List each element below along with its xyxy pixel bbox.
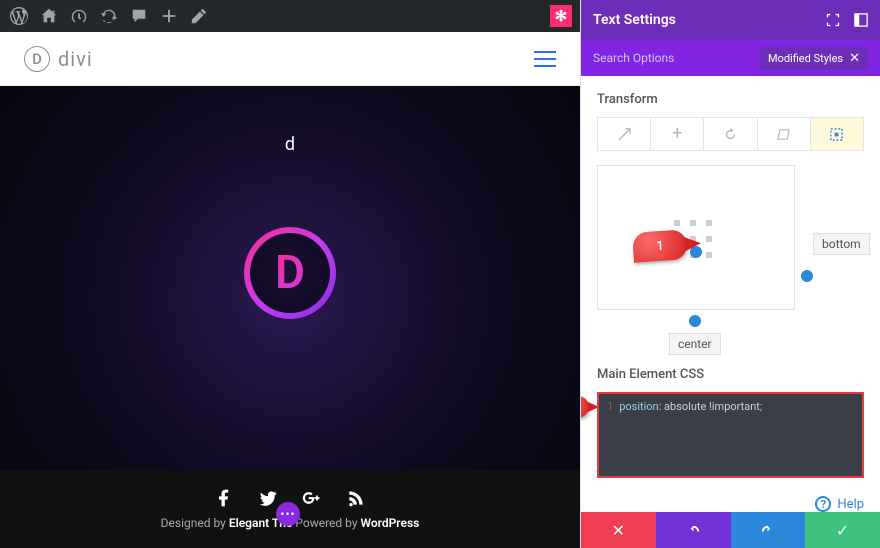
focus-icon[interactable] <box>826 13 840 27</box>
origin-slider-h-thumb[interactable] <box>689 315 701 327</box>
panel-title: Text Settings <box>593 12 676 28</box>
transform-origin-control[interactable]: center bottom 1 <box>597 165 864 355</box>
preview-panel: ✻ D divi d D Designed by Elegant The Pow… <box>0 0 580 548</box>
origin-label-center: center <box>669 333 721 355</box>
pencil-icon[interactable] <box>184 0 214 32</box>
expand-icon[interactable] <box>854 13 868 27</box>
divi-badge: D <box>244 227 336 319</box>
site-logo[interactable]: D divi <box>24 46 93 72</box>
annotation-pointer-1: 1 <box>632 229 688 263</box>
page-preview[interactable]: d D <box>0 86 580 470</box>
wp-logo-icon[interactable] <box>4 0 34 32</box>
rss-icon[interactable] <box>346 488 366 508</box>
undo-button[interactable] <box>656 512 731 548</box>
transform-tab-rotate[interactable] <box>704 118 757 150</box>
star-badge[interactable]: ✻ <box>550 5 572 27</box>
search-bar: Search Options Modified Styles ✕ <box>581 40 880 76</box>
css-line: 1position: absolute !important; <box>607 400 854 413</box>
hamburger-menu-icon[interactable] <box>534 51 556 67</box>
transform-tab-skew[interactable] <box>758 118 811 150</box>
preview-text: d <box>285 134 295 155</box>
panel-actions: ✕ ✓ <box>581 512 880 548</box>
transform-tab-origin[interactable] <box>811 118 863 150</box>
filter-chip[interactable]: Modified Styles ✕ <box>760 47 868 70</box>
logo-circle: D <box>24 46 50 72</box>
home-icon[interactable] <box>34 0 64 32</box>
search-placeholder[interactable]: Search Options <box>593 51 674 65</box>
save-button[interactable]: ✓ <box>805 512 880 548</box>
transform-tabs: + <box>597 117 864 151</box>
panel-body: Transform + center bottom 1 Main Element… <box>581 76 880 482</box>
transform-tab-move[interactable] <box>598 118 651 150</box>
divi-badge-letter: D <box>275 246 305 300</box>
transform-label: Transform <box>597 92 864 107</box>
origin-slider-v-thumb[interactable] <box>801 270 813 282</box>
origin-label-bottom: bottom <box>813 233 870 255</box>
discard-button[interactable]: ✕ <box>581 512 656 548</box>
comment-icon[interactable] <box>124 0 154 32</box>
settings-panel: Text Settings Search Options Modified St… <box>580 0 880 548</box>
facebook-icon[interactable] <box>214 488 234 508</box>
redo-button[interactable] <box>731 512 806 548</box>
panel-header: Text Settings <box>581 0 880 40</box>
twitter-icon[interactable] <box>258 488 278 508</box>
help-icon: ? <box>815 496 831 512</box>
builder-toggle-button[interactable]: ••• <box>276 502 300 526</box>
transform-tab-offset[interactable]: + <box>651 118 704 150</box>
annotation-pointer-2: 2 <box>581 396 589 418</box>
site-header: D divi <box>0 32 580 86</box>
google-plus-icon[interactable] <box>302 488 322 508</box>
gauge-icon[interactable] <box>64 0 94 32</box>
help-link[interactable]: ? Help <box>581 482 880 512</box>
css-editor[interactable]: 1position: absolute !important; <box>597 392 864 478</box>
plus-icon[interactable] <box>154 0 184 32</box>
refresh-icon[interactable] <box>94 0 124 32</box>
wp-admin-bar: ✻ <box>0 0 580 32</box>
site-footer: Designed by Elegant The Powered by WordP… <box>0 470 580 548</box>
css-label: Main Element CSS <box>597 367 864 382</box>
filter-chip-close-icon[interactable]: ✕ <box>849 51 860 66</box>
logo-text: divi <box>58 47 93 71</box>
